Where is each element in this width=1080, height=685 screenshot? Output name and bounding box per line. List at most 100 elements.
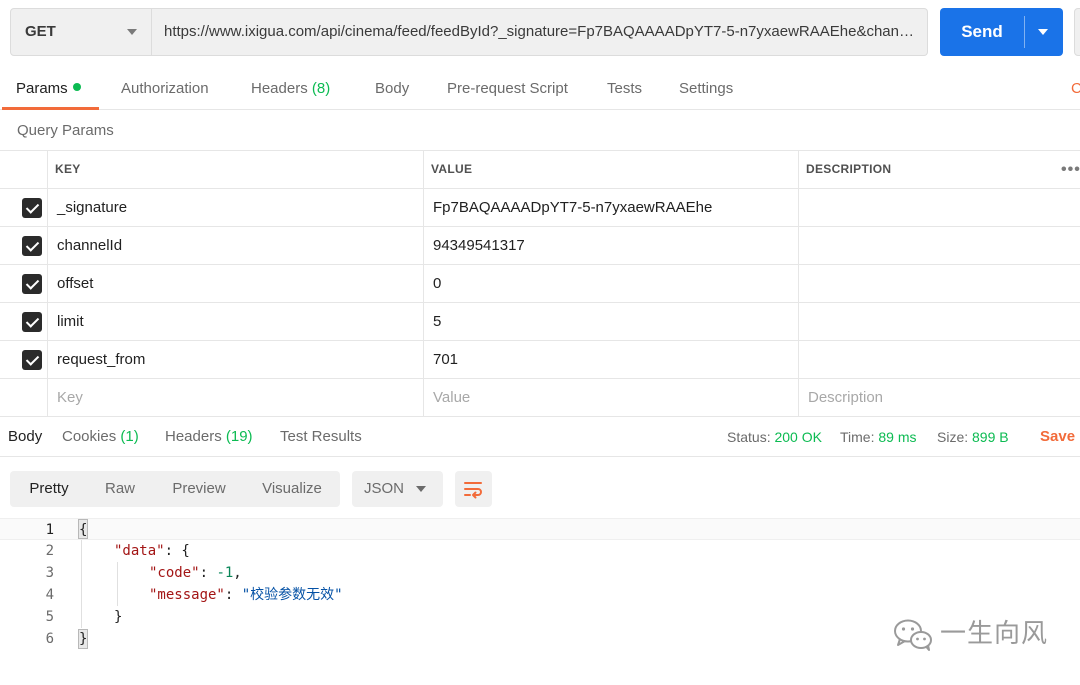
response-size[interactable]: Size: 899 B bbox=[937, 417, 1009, 457]
cookies-link[interactable]: C bbox=[1071, 68, 1080, 110]
row-checkbox-cell bbox=[0, 189, 47, 226]
save-button[interactable] bbox=[1074, 8, 1080, 56]
more-options-icon[interactable]: ••• bbox=[1061, 151, 1080, 188]
param-value[interactable]: Fp7BAQAAAADpYT7-5-n7yxaewRAAEhe bbox=[423, 189, 798, 226]
tab-test-results-label: Test Results bbox=[280, 428, 362, 445]
param-description[interactable] bbox=[798, 303, 1080, 340]
tab-response-cookies-count: (1) bbox=[120, 428, 139, 445]
chevron-down-icon bbox=[416, 486, 426, 492]
request-bar: GET https://www.ixigua.com/api/cinema/fe… bbox=[0, 0, 1080, 68]
view-preview[interactable]: Preview bbox=[160, 471, 238, 507]
param-key[interactable]: offset bbox=[47, 265, 423, 302]
line-number: 2 bbox=[45, 543, 54, 559]
tab-test-results[interactable]: Test Results bbox=[280, 417, 362, 457]
row-checkbox-cell bbox=[0, 379, 47, 416]
send-options-chevron-icon[interactable] bbox=[1038, 29, 1048, 35]
wrap-lines-icon bbox=[464, 482, 482, 499]
chevron-down-icon bbox=[127, 29, 137, 35]
checkbox[interactable] bbox=[22, 312, 42, 332]
view-pretty[interactable]: Pretty bbox=[10, 471, 88, 507]
table-row: request_from 701 bbox=[0, 341, 1080, 379]
query-params-title: Query Params bbox=[17, 122, 114, 139]
params-table: KEY VALUE DESCRIPTION ••• _signature Fp7… bbox=[0, 150, 1080, 417]
json-key-data: "data" bbox=[114, 543, 165, 559]
table-row: channelId 94349541317 bbox=[0, 227, 1080, 265]
column-header-value: VALUE bbox=[423, 151, 798, 188]
line-number: 4 bbox=[45, 587, 54, 603]
active-tab-indicator bbox=[2, 107, 99, 110]
code-line: 2 "data": { bbox=[0, 540, 1080, 562]
tab-headers-count: (8) bbox=[311, 80, 331, 97]
tab-tests-label: Tests bbox=[607, 80, 643, 97]
method-select[interactable]: GET bbox=[10, 8, 152, 56]
request-tabs: Params Authorization Headers (8) Body Pr… bbox=[0, 68, 1080, 110]
param-key[interactable]: _signature bbox=[47, 189, 423, 226]
code-text: } bbox=[114, 609, 123, 625]
tab-response-body[interactable]: Body bbox=[8, 417, 42, 457]
checkbox[interactable] bbox=[22, 198, 42, 218]
param-description[interactable] bbox=[798, 341, 1080, 378]
code-text: "data": { bbox=[114, 543, 190, 559]
send-button[interactable]: Send bbox=[940, 8, 1063, 56]
format-select[interactable]: JSON bbox=[352, 471, 443, 507]
header-check-column bbox=[0, 151, 47, 188]
params-active-dot-icon bbox=[72, 83, 81, 92]
new-description-input[interactable]: Description bbox=[798, 379, 1080, 416]
code-text: { bbox=[79, 522, 88, 538]
view-visualize[interactable]: Visualize bbox=[250, 471, 334, 507]
tab-response-headers[interactable]: Headers (19) bbox=[165, 417, 253, 457]
response-time[interactable]: Time: 89 ms bbox=[840, 417, 917, 457]
view-raw[interactable]: Raw bbox=[88, 471, 152, 507]
param-description[interactable] bbox=[798, 265, 1080, 302]
tab-response-cookies[interactable]: Cookies (1) bbox=[62, 417, 139, 457]
row-checkbox-cell bbox=[0, 227, 47, 264]
tab-prerequest-label: Pre-request Script bbox=[447, 80, 568, 97]
code-line: 3 "code": -1, bbox=[0, 562, 1080, 584]
row-checkbox-cell bbox=[0, 303, 47, 340]
line-number: 3 bbox=[45, 565, 54, 581]
param-key[interactable]: request_from bbox=[47, 341, 423, 378]
row-checkbox-cell bbox=[0, 341, 47, 378]
method-label: GET bbox=[25, 23, 56, 40]
params-table-header: KEY VALUE DESCRIPTION ••• bbox=[0, 151, 1080, 189]
checkbox[interactable] bbox=[22, 350, 42, 370]
tab-params[interactable]: Params bbox=[2, 68, 99, 110]
json-value-message: "校验参数无效" bbox=[241, 587, 343, 603]
new-param-row: Key Value Description bbox=[0, 379, 1080, 417]
param-key[interactable]: channelId bbox=[47, 227, 423, 264]
param-value[interactable]: 701 bbox=[423, 341, 798, 378]
size-value: 899 B bbox=[972, 429, 1009, 445]
checkbox[interactable] bbox=[22, 236, 42, 256]
url-input[interactable]: https://www.ixigua.com/api/cinema/feed/f… bbox=[152, 8, 928, 56]
code-text: "message": "校验参数无效" bbox=[149, 587, 343, 603]
tab-settings[interactable]: Settings bbox=[679, 68, 733, 110]
time-label: Time: bbox=[840, 429, 875, 445]
table-row: offset 0 bbox=[0, 265, 1080, 303]
param-value[interactable]: 0 bbox=[423, 265, 798, 302]
param-description[interactable] bbox=[798, 189, 1080, 226]
param-value[interactable]: 5 bbox=[423, 303, 798, 340]
code-line: 4 "message": "校验参数无效" bbox=[0, 584, 1080, 606]
tab-authorization[interactable]: Authorization bbox=[121, 68, 209, 110]
save-response-button[interactable]: Save R bbox=[1040, 417, 1080, 457]
time-value: 89 ms bbox=[878, 429, 917, 445]
json-key-message: "message" bbox=[149, 587, 225, 603]
tab-headers[interactable]: Headers (8) bbox=[251, 68, 330, 110]
param-key[interactable]: limit bbox=[47, 303, 423, 340]
column-header-key: KEY bbox=[47, 151, 423, 188]
param-description[interactable] bbox=[798, 227, 1080, 264]
wrap-lines-button[interactable] bbox=[455, 471, 492, 507]
wechat-icon bbox=[894, 619, 932, 651]
code-text: } bbox=[79, 631, 88, 647]
new-value-input[interactable]: Value bbox=[423, 379, 798, 416]
new-key-input[interactable]: Key bbox=[47, 379, 423, 416]
table-row: limit 5 bbox=[0, 303, 1080, 341]
checkbox[interactable] bbox=[22, 274, 42, 294]
column-header-description: DESCRIPTION bbox=[798, 151, 1080, 188]
param-value[interactable]: 94349541317 bbox=[423, 227, 798, 264]
tab-prerequest-script[interactable]: Pre-request Script bbox=[447, 68, 568, 110]
tab-body[interactable]: Body bbox=[375, 68, 409, 110]
tab-tests[interactable]: Tests bbox=[607, 68, 642, 110]
format-label: JSON bbox=[364, 480, 405, 497]
status-label: Status: bbox=[727, 429, 771, 445]
